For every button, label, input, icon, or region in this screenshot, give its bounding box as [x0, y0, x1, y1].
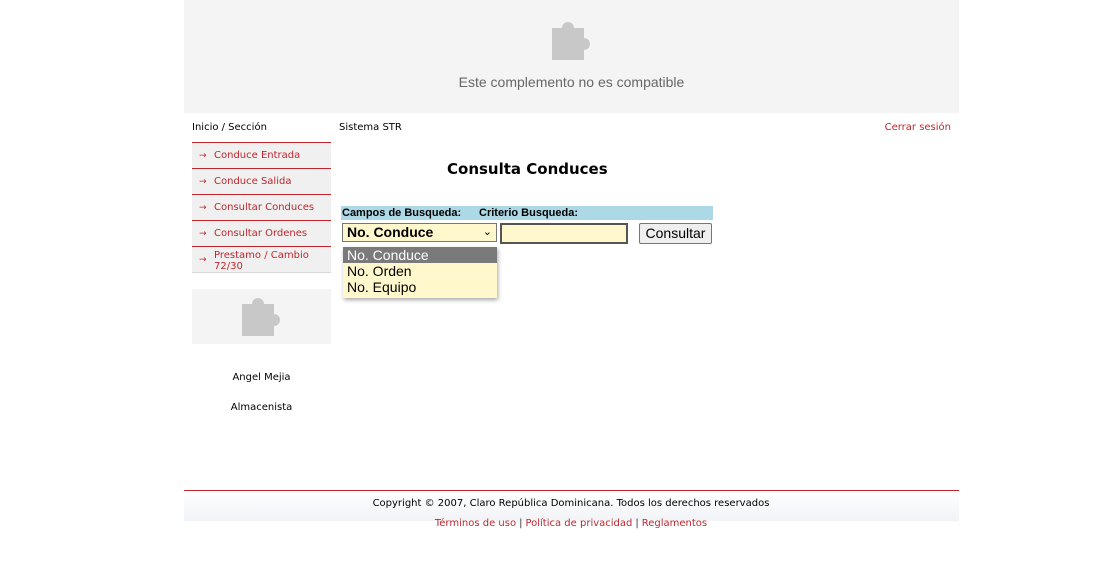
- system-title: Sistema STR: [339, 122, 402, 133]
- arrow-right-icon: →: [199, 177, 207, 187]
- sidebar-item-label: Conduce Entrada: [214, 150, 301, 161]
- arrow-right-icon: →: [199, 229, 207, 239]
- dropdown-option[interactable]: No. Orden: [343, 263, 497, 279]
- puzzle-icon: [242, 298, 280, 336]
- select-value: No. Conduce: [347, 224, 434, 240]
- user-name: Angel Mejia: [232, 372, 291, 383]
- dropdown-option[interactable]: No. Equipo: [343, 279, 497, 295]
- puzzle-icon: [552, 22, 590, 60]
- breadcrumb: Inicio / Sección: [192, 122, 267, 133]
- sidebar-item-label: Conduce Salida: [214, 176, 292, 187]
- sidebar-item-conduce-salida[interactable]: → Conduce Salida: [192, 168, 331, 194]
- consultar-button[interactable]: Consultar: [639, 223, 712, 244]
- footer-separator: |: [519, 518, 523, 529]
- sidebar-item-conduce-entrada[interactable]: → Conduce Entrada: [192, 142, 331, 168]
- plugin-message: Este complemento no es compatible: [458, 74, 685, 90]
- footer-links: Términos de uso | Política de privacidad | R…: [0, 518, 1105, 529]
- regulations-link[interactable]: Reglamentos: [642, 518, 707, 529]
- search-field-select[interactable]: No. Conduce ⌄: [342, 223, 497, 242]
- fields-header: Campos de Busqueda:: [342, 207, 462, 219]
- sidebar-item-prestamo-cambio[interactable]: → Prestamo / Cambio 72/30: [192, 246, 331, 273]
- arrow-right-icon: →: [199, 203, 207, 213]
- copyright: Copyright © 2007, Claro República Domini…: [372, 498, 770, 509]
- sidebar-item-label: Prestamo / Cambio 72/30: [214, 250, 309, 272]
- criteria-input[interactable]: [500, 223, 628, 244]
- sidebar-menu: → Conduce Entrada → Conduce Salida → Con…: [192, 142, 331, 273]
- sidebar-plugin-placeholder: [192, 289, 331, 344]
- privacy-link[interactable]: Política de privacidad: [525, 518, 632, 529]
- arrow-right-icon: →: [199, 151, 207, 161]
- arrow-right-icon: →: [199, 255, 207, 265]
- sidebar-item-consultar-conduces[interactable]: → Consultar Conduces: [192, 194, 331, 220]
- plugin-placeholder: Este complemento no es compatible: [184, 0, 959, 113]
- page-title: Consulta Conduces: [447, 160, 608, 178]
- select-dropdown: No. Conduce No. Orden No. Equipo: [343, 247, 497, 298]
- sidebar-item-label: Consultar Conduces: [214, 202, 315, 213]
- criteria-header: Criterio Busqueda:: [479, 207, 579, 219]
- sidebar-item-consultar-ordenes[interactable]: → Consultar Ordenes: [192, 220, 331, 246]
- sidebar-item-label: Consultar Ordenes: [214, 228, 308, 239]
- logout-link[interactable]: Cerrar sesión: [885, 122, 951, 133]
- chevron-down-icon: ⌄: [482, 226, 492, 238]
- footer-separator: |: [635, 518, 639, 529]
- user-role: Almacenista: [230, 402, 293, 413]
- terms-link[interactable]: Términos de uso: [435, 518, 516, 529]
- dropdown-option[interactable]: No. Conduce: [343, 247, 497, 263]
- search-header: Campos de Busqueda: Criterio Busqueda:: [341, 206, 713, 220]
